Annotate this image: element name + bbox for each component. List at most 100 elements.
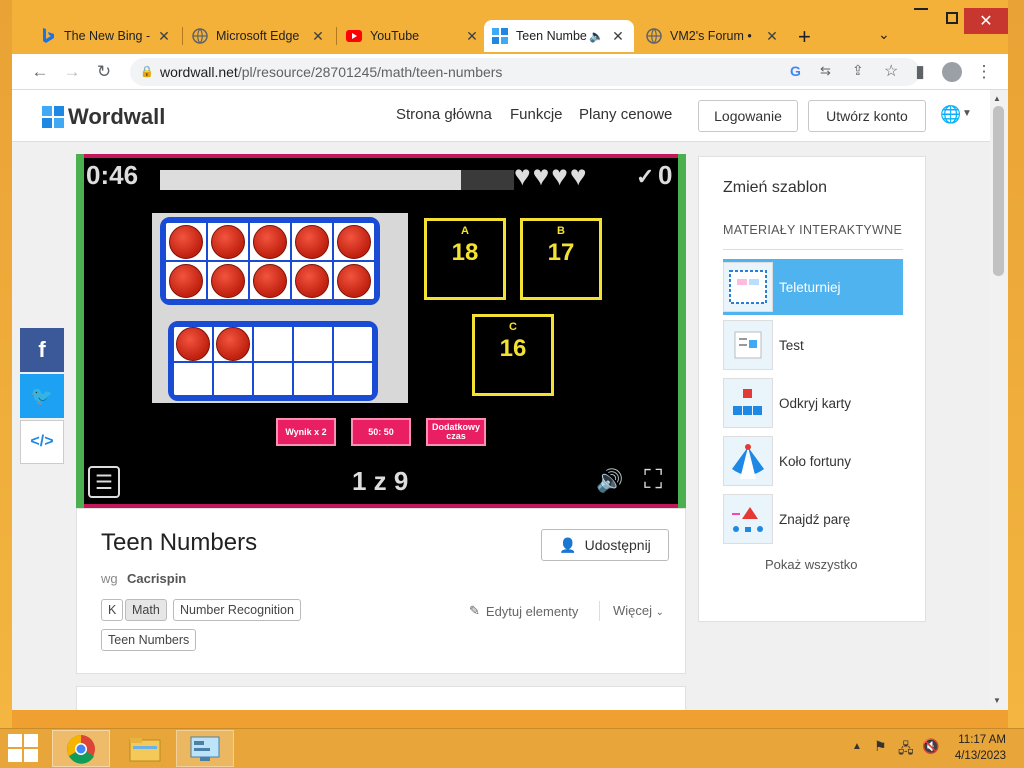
share-button[interactable]: 👤 Udostępnij [541, 529, 669, 561]
volume-icon[interactable]: 🔊 [596, 468, 623, 494]
tab-title: VM2's Forum • [670, 29, 752, 43]
template-gameshow[interactable]: Teleturniej [723, 259, 903, 315]
minimize-button[interactable] [914, 8, 928, 10]
tab-search-chevron-icon[interactable]: ⌄ [878, 26, 890, 43]
quiz-thumb-icon [723, 320, 773, 370]
menu-hamburger-icon[interactable]: ☰ [88, 466, 120, 498]
tab-title: YouTube [370, 29, 420, 43]
close-icon[interactable]: ✕ [310, 28, 326, 45]
google-icon[interactable]: G [790, 63, 801, 79]
show-hidden-icons-icon[interactable]: ▲ [852, 741, 862, 752]
game-screen: 0:46 ♥ ♥ ♥ ♥ ✓ 0 A 18 B 17 C 16 Wynik x … [84, 158, 678, 504]
back-arrow-icon[interactable]: ← [26, 58, 54, 86]
network-icon[interactable]: 🖧 [898, 738, 914, 762]
template-label: Test [779, 337, 804, 353]
scrollbar-thumb[interactable] [993, 106, 1004, 276]
tab-youtube[interactable]: YouTube ✕ [338, 20, 488, 52]
answer-letter: B [557, 225, 565, 237]
template-label: Teleturniej [779, 279, 841, 295]
maximize-button[interactable] [946, 12, 958, 24]
tag-chip[interactable]: Number Recognition [173, 599, 301, 621]
embed-code-icon[interactable]: </> [20, 420, 64, 464]
address-bar[interactable]: 🔒 wordwall.net/pl/resource/28701245/math… [130, 58, 920, 86]
answer-a[interactable]: A 18 [424, 218, 506, 300]
nav-home[interactable]: Strona główna [396, 106, 492, 123]
template-find-match[interactable]: Znajdź parę [723, 491, 903, 547]
timer-bar-fill [160, 170, 461, 190]
bookmark-star-icon[interactable]: ☆ [884, 61, 898, 81]
change-template-heading: Zmień szablon [723, 179, 828, 196]
find-match-thumb-icon [723, 494, 773, 544]
nav-features[interactable]: Funkcje [510, 106, 563, 123]
reload-icon[interactable]: ↻ [90, 58, 118, 86]
chevron-down-icon: ⌄ [655, 607, 665, 618]
close-icon[interactable]: ✕ [610, 28, 626, 45]
tab-separator [182, 27, 183, 45]
close-icon[interactable]: ✕ [464, 28, 480, 45]
twitter-share-icon[interactable]: 🐦 [20, 374, 64, 418]
tab-teen-numbers[interactable]: Teen Numbe 🔈 ✕ [484, 20, 634, 52]
tab-vm2-forum[interactable]: VM2's Forum • ✕ [638, 20, 788, 52]
red-counter [216, 327, 250, 361]
template-wheel[interactable]: Koło fortuny [723, 433, 903, 489]
tab-microsoft-edge[interactable]: Microsoft Edge ✕ [184, 20, 334, 52]
edit-elements-link[interactable]: ✎ Edytuj elementy [469, 603, 578, 619]
game-area[interactable]: 0:46 ♥ ♥ ♥ ♥ ✓ 0 A 18 B 17 C 16 Wynik x … [76, 154, 686, 508]
speaker-muted-icon[interactable]: 🔇 [922, 738, 939, 755]
tab-bing[interactable]: The New Bing - ✕ [32, 20, 180, 52]
fullscreen-icon[interactable]: ⛶ [644, 464, 662, 496]
more-menu-icon[interactable]: ⋮ [970, 58, 998, 86]
share-icon[interactable]: ⇪ [852, 62, 864, 79]
profile-avatar-icon[interactable] [938, 58, 966, 86]
action-center-flag-icon[interactable]: ⚑ [874, 738, 887, 755]
comments-card [76, 686, 686, 710]
system-clock[interactable]: 11:17 AM 4/13/2023 [955, 732, 1006, 764]
show-all-link[interactable]: Pokaż wszystko [765, 557, 857, 572]
answer-letter: A [461, 225, 469, 237]
tab-title: The New Bing - [64, 29, 151, 43]
lives: ♥ ♥ ♥ ♥ [514, 162, 587, 190]
tag-chip[interactable]: Teen Numbers [101, 629, 197, 651]
scroll-down-arrow-icon[interactable]: ▼ [993, 696, 1001, 705]
tag-chip[interactable]: Math [125, 599, 167, 621]
ten-frame-cell [333, 222, 375, 261]
browser-toolbar: ← → ↻ 🔒 wordwall.net/pl/resource/2870124… [12, 54, 1008, 90]
scroll-up-arrow-icon[interactable]: ▲ [993, 94, 1001, 103]
wordwall-logo[interactable]: Wordwall [42, 104, 165, 130]
ten-frame-cell [293, 326, 333, 362]
template-quiz[interactable]: Test [723, 317, 903, 373]
chevron-down-icon[interactable]: ▼ [962, 108, 972, 119]
wordwall-icon [492, 28, 508, 44]
red-counter [337, 263, 371, 298]
close-icon[interactable]: ✕ [764, 28, 780, 45]
side-panel-icon[interactable]: ▮ [906, 58, 934, 86]
tag-chip[interactable]: K [101, 599, 124, 621]
powerup-double-score[interactable]: Wynik x 2 [276, 418, 336, 446]
answer-b[interactable]: B 17 [520, 218, 602, 300]
timer-bar [160, 170, 514, 190]
signup-button[interactable]: Utwórz konto [808, 100, 926, 132]
file-explorer-icon[interactable] [116, 730, 174, 767]
powerup-fifty-fifty[interactable]: 50: 50 [351, 418, 411, 446]
facebook-share-icon[interactable]: f [20, 328, 64, 372]
powerup-extra-time[interactable]: Dodatkowy czas [426, 418, 486, 446]
forward-arrow-icon[interactable]: → [58, 58, 86, 86]
red-counter [253, 224, 287, 259]
chrome-taskbar-icon[interactable] [52, 730, 110, 767]
close-window-button[interactable]: ✕ [964, 8, 1008, 34]
template-open-box[interactable]: Odkryj karty [723, 375, 903, 431]
nav-pricing[interactable]: Plany cenowe [579, 106, 672, 123]
control-panel-icon[interactable] [176, 730, 234, 767]
language-globe-icon[interactable]: 🌐 [940, 105, 961, 125]
close-icon[interactable]: ✕ [156, 28, 172, 45]
more-dropdown[interactable]: Więcej ⌄ [613, 603, 664, 618]
answer-c[interactable]: C 16 [472, 314, 554, 396]
login-button[interactable]: Logowanie [698, 100, 798, 132]
author-name[interactable]: Cacrispin [127, 571, 186, 586]
translate-icon[interactable]: ⇆ [820, 63, 831, 79]
edit-label: Edytuj elementy [485, 603, 579, 619]
ten-frame-cell [333, 362, 373, 396]
new-tab-button[interactable]: + [798, 24, 811, 50]
speaker-icon[interactable]: 🔈 [589, 29, 604, 43]
windows-start-icon[interactable] [8, 734, 38, 762]
